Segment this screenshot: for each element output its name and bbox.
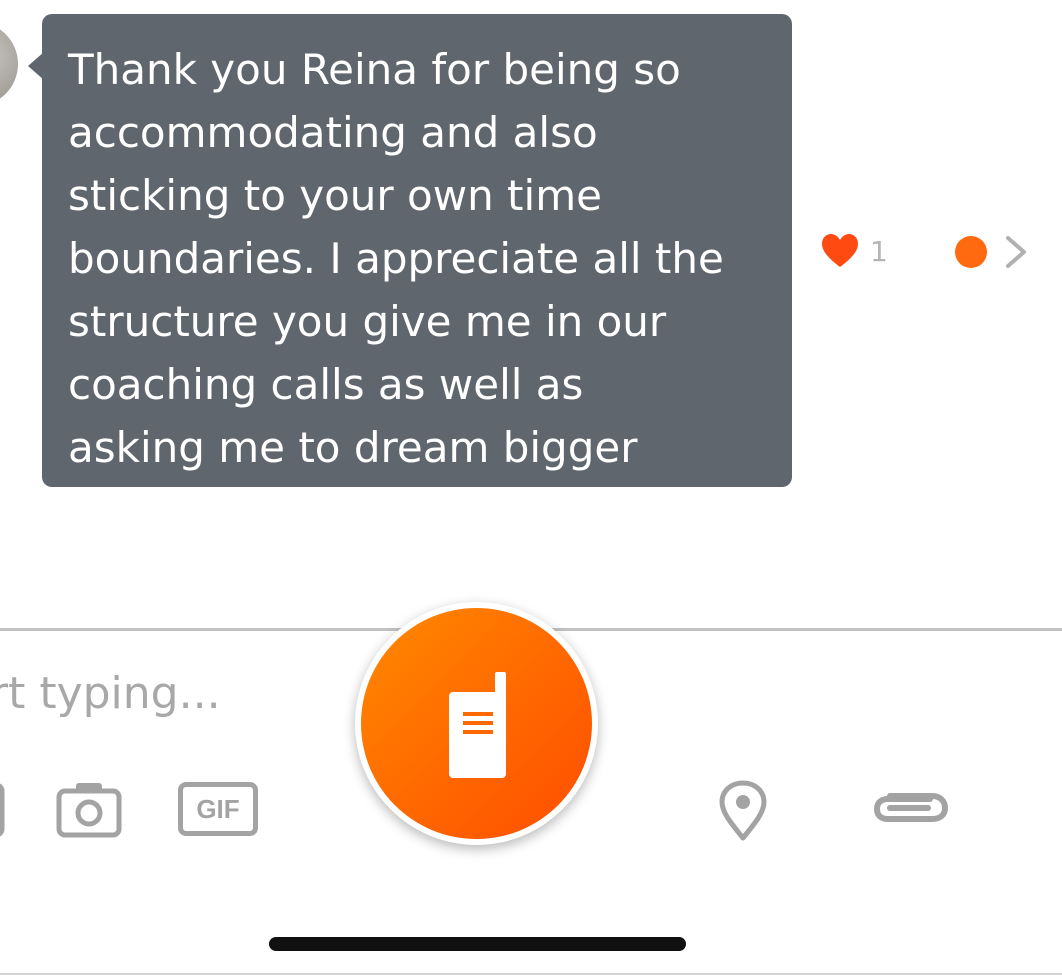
message-text: Thank you Reina for being so accommodati… [68, 45, 724, 472]
walkie-talkie-icon [449, 672, 506, 778]
message-bubble[interactable]: Thank you Reina for being so accommodati… [42, 14, 792, 487]
gif-icon[interactable]: GIF [178, 782, 258, 836]
bottom-edge [0, 973, 1062, 975]
push-to-talk-button[interactable] [355, 602, 598, 845]
chat-screen: Thank you Reina for being so accommodati… [0, 0, 1062, 977]
location-pin-icon[interactable] [718, 780, 768, 842]
cut-off-icon[interactable] [0, 782, 6, 838]
home-indicator[interactable] [269, 937, 686, 951]
paperclip-icon[interactable] [866, 786, 950, 832]
push-to-talk-fill [361, 608, 592, 839]
unread-dot-icon [955, 236, 987, 268]
reaction-count: 1 [870, 234, 888, 268]
heart-icon [822, 234, 858, 267]
avatar[interactable] [0, 22, 18, 106]
reaction-summary[interactable]: 1 [820, 226, 888, 276]
message-input[interactable]: rt typing... [0, 668, 221, 719]
camera-icon[interactable] [56, 780, 122, 838]
chevron-right-icon[interactable] [1002, 232, 1030, 272]
